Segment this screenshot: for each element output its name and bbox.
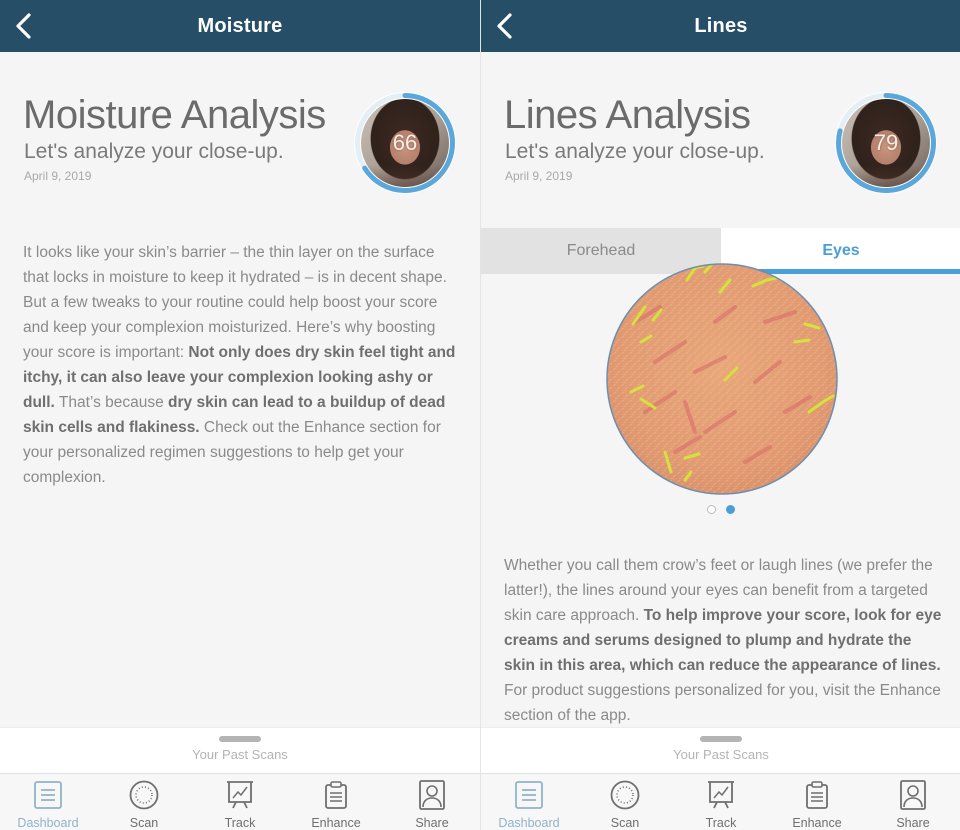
navbar: Moisture: [0, 0, 480, 52]
score-ring[interactable]: 66: [352, 90, 458, 196]
score-value: 79: [873, 130, 899, 155]
scan-date: April 9, 2019: [505, 169, 573, 183]
description-text: That’s because: [54, 394, 169, 411]
tab-label: Scan: [610, 816, 640, 830]
analysis-description: It looks like your skin’s barrier – the …: [23, 240, 463, 490]
moisture-screen: Moisture Moisture Analysis Let's analyze…: [0, 0, 480, 830]
drawer-grip-handle[interactable]: [219, 736, 261, 742]
nav-title: Lines: [694, 15, 748, 37]
tab-track[interactable]: Track: [673, 774, 769, 830]
analysis-subtitle: Let's analyze your close-up.: [505, 140, 765, 163]
past-scans-label: Your Past Scans: [192, 747, 288, 762]
tab-share[interactable]: Share: [384, 774, 480, 830]
carousel-dot-1[interactable]: [707, 505, 716, 514]
tab-label: Share: [896, 816, 930, 830]
score-ring[interactable]: 79: [833, 90, 939, 196]
analysis-description: Whether you call them crow’s feet or lau…: [504, 553, 944, 728]
past-scans-drawer[interactable]: Your Past Scans: [481, 727, 960, 773]
past-scans-drawer[interactable]: Your Past Scans: [0, 727, 480, 773]
tab-label: Enhance: [311, 816, 361, 830]
tab-label: Dashboard: [17, 816, 79, 830]
tab-share[interactable]: Share: [865, 774, 960, 830]
scan-date: April 9, 2019: [24, 169, 92, 183]
tab-label: Track: [224, 816, 256, 830]
drawer-grip-handle[interactable]: [700, 736, 742, 742]
tab-label: Share: [415, 816, 449, 830]
bottom-tab-bar: Dashboard Scan Track Enhance Share: [0, 773, 480, 830]
navbar: Lines: [481, 0, 960, 52]
tab-scan[interactable]: Scan: [577, 774, 673, 830]
lines-screen: Lines Lines Analysis Let's analyze your …: [480, 0, 960, 830]
tab-track[interactable]: Track: [192, 774, 288, 830]
tab-label: Enhance: [792, 816, 842, 830]
tab-enhance[interactable]: Enhance: [769, 774, 865, 830]
tab-label: Scan: [129, 816, 159, 830]
analysis-subtitle: Let's analyze your close-up.: [24, 140, 284, 163]
tab-label: Dashboard: [498, 816, 560, 830]
tab-scan[interactable]: Scan: [96, 774, 192, 830]
tab-label: Track: [705, 816, 737, 830]
carousel-indicator: [481, 505, 960, 514]
tab-dashboard[interactable]: Dashboard: [481, 774, 577, 830]
tab-dashboard[interactable]: Dashboard: [0, 774, 96, 830]
nav-title: Moisture: [197, 15, 283, 37]
analysis-title: Moisture Analysis: [23, 93, 326, 137]
skin-closeup-image[interactable]: [605, 262, 839, 496]
bottom-tab-bar: Dashboard Scan Track Enhance Share: [481, 773, 960, 830]
analysis-title: Lines Analysis: [504, 93, 751, 137]
score-value: 66: [392, 130, 418, 155]
description-text: For product suggestions personalized for…: [504, 682, 941, 724]
carousel-dot-2[interactable]: [726, 505, 735, 514]
past-scans-label: Your Past Scans: [673, 747, 769, 762]
tab-enhance[interactable]: Enhance: [288, 774, 384, 830]
